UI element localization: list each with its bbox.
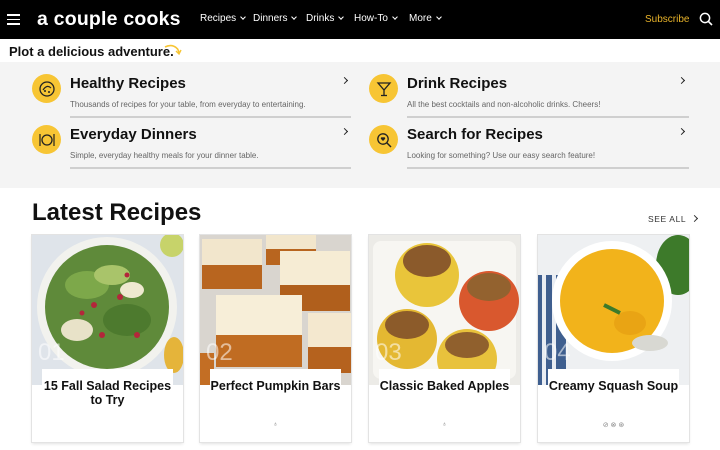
- divider: [407, 116, 689, 118]
- recipe-card[interactable]: 03 Classic Baked Apples ♁: [369, 235, 520, 442]
- recipe-title[interactable]: 15 Fall Salad Recipes to Try: [42, 379, 173, 407]
- category-search-recipes[interactable]: Search for Recipes Looking for something…: [369, 119, 689, 169]
- see-all-link[interactable]: SEE ALL: [648, 214, 699, 224]
- diet-icons: ♁: [272, 421, 279, 428]
- category-title: Drink Recipes: [407, 75, 508, 92]
- recipe-card[interactable]: 04 Creamy Squash Soup ⊘ ⊗ ⊛: [538, 235, 689, 442]
- category-title: Search for Recipes: [407, 126, 543, 143]
- nav-item-how-to[interactable]: How-To: [354, 13, 398, 24]
- divider: [70, 167, 351, 169]
- chevron-down-icon: [240, 14, 246, 20]
- diet-icons: ⊘ ⊗ ⊛: [602, 422, 625, 429]
- chevron-right-icon: [677, 76, 686, 85]
- recipe-image-pumpkin-bars[interactable]: 02: [200, 235, 351, 385]
- hamburger-menu-icon[interactable]: [7, 14, 20, 25]
- category-title: Everyday Dinners: [70, 126, 197, 143]
- divider: [407, 167, 689, 169]
- chevron-down-icon: [392, 14, 398, 20]
- recipe-image-squash-soup[interactable]: 04: [538, 235, 689, 385]
- card-number: 03: [375, 339, 402, 366]
- card-caption: Perfect Pumpkin Bars: [210, 369, 341, 415]
- chevron-down-icon: [435, 14, 442, 20]
- card-caption: 15 Fall Salad Recipes to Try: [42, 369, 173, 415]
- card-number: 04: [544, 339, 571, 366]
- recipe-card[interactable]: 02 Perfect Pumpkin Bars ♁: [200, 235, 351, 442]
- chevron-right-icon: [677, 127, 686, 136]
- section-heading: Latest Recipes: [32, 199, 202, 226]
- site-logo[interactable]: a couple cooks: [37, 8, 181, 31]
- recipe-card[interactable]: 01 15 Fall Salad Recipes to Try: [32, 235, 183, 442]
- category-description: Simple, everyday healthy meals for your …: [70, 151, 259, 160]
- tagline: Plot a delicious adventure.: [9, 44, 174, 59]
- recipe-title[interactable]: Classic Baked Apples: [379, 379, 510, 393]
- salad-bowl-icon: [32, 74, 61, 103]
- chevron-right-icon: [340, 76, 349, 85]
- nav-item-recipes[interactable]: Recipes: [200, 13, 246, 24]
- card-caption: Classic Baked Apples: [379, 369, 510, 415]
- category-everyday-dinners[interactable]: Everyday Dinners Simple, everyday health…: [32, 119, 352, 169]
- recipe-title[interactable]: Creamy Squash Soup: [548, 379, 679, 393]
- chevron-right-icon: [691, 214, 699, 223]
- category-drink-recipes[interactable]: Drink Recipes All the best cocktails and…: [369, 68, 689, 118]
- category-description: Thousands of recipes for your table, fro…: [70, 100, 306, 109]
- card-number: 01: [38, 339, 65, 366]
- category-panel: Healthy Recipes Thousands of recipes for…: [0, 62, 720, 188]
- magnifier-heart-icon: [369, 125, 398, 154]
- recipe-image-salad[interactable]: 01: [32, 235, 183, 385]
- nav-item-more[interactable]: More: [409, 13, 442, 24]
- recipe-title[interactable]: Perfect Pumpkin Bars: [210, 379, 341, 393]
- category-title: Healthy Recipes: [70, 75, 186, 92]
- card-caption: Creamy Squash Soup: [548, 369, 679, 415]
- diet-icons: ♁: [441, 421, 448, 428]
- card-number: 02: [206, 339, 233, 366]
- search-icon[interactable]: [699, 12, 713, 26]
- category-description: All the best cocktails and non-alcoholic…: [407, 100, 601, 109]
- chevron-down-icon: [291, 14, 298, 20]
- divider: [70, 116, 351, 118]
- plate-cutlery-icon: [32, 125, 61, 154]
- chevron-down-icon: [338, 14, 345, 20]
- recipe-image-baked-apples[interactable]: 03: [369, 235, 520, 385]
- nav-item-dinners[interactable]: Dinners: [253, 13, 298, 24]
- category-description: Looking for something? Use our easy sear…: [407, 151, 596, 160]
- category-healthy-recipes[interactable]: Healthy Recipes Thousands of recipes for…: [32, 68, 352, 118]
- subscribe-link[interactable]: Subscribe: [645, 14, 689, 25]
- top-navigation-bar: a couple cooks Recipes Dinners Drinks Ho…: [0, 0, 720, 39]
- cocktail-glass-icon: [369, 74, 398, 103]
- nav-item-drinks[interactable]: Drinks: [306, 13, 345, 24]
- chevron-right-icon: [340, 127, 349, 136]
- swoosh-arrow-icon: [164, 44, 182, 56]
